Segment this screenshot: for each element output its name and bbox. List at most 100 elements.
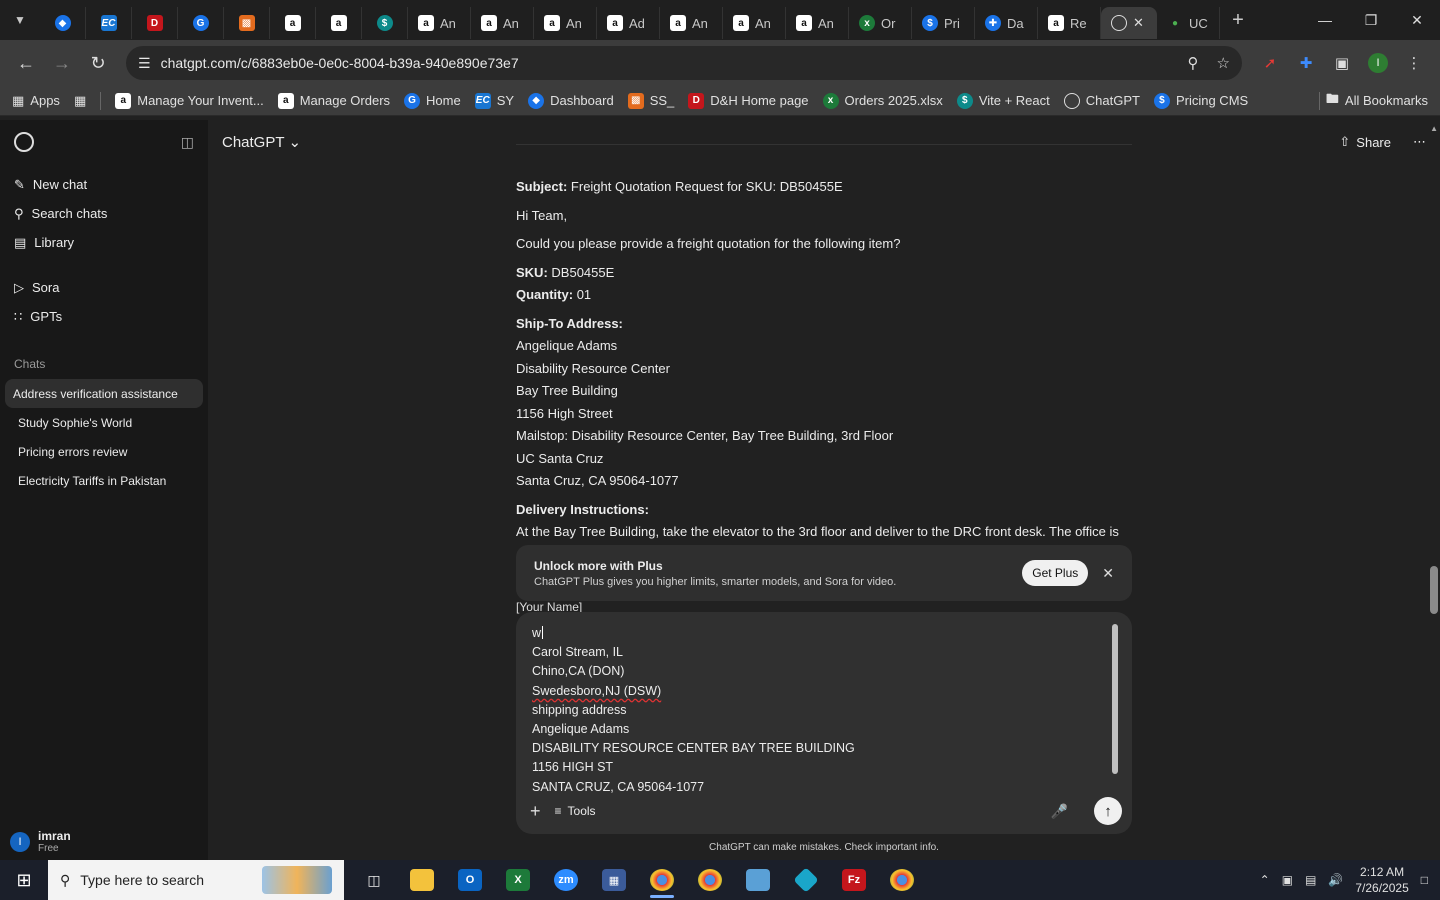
address-bar[interactable]: ☰ chatgpt.com/c/6883eb0e-0e0c-8004-b39a-…: [126, 46, 1242, 80]
sidebar-item-new-chat[interactable]: ✎ New chat: [0, 170, 208, 199]
app-icon[interactable]: [736, 860, 780, 900]
excel-icon[interactable]: X: [496, 860, 540, 900]
more-options-icon[interactable]: ⋯: [1413, 134, 1426, 150]
bookmark-item[interactable]: a Manage Orders: [277, 92, 390, 109]
microphone-icon[interactable]: 🎤: [1051, 803, 1068, 820]
close-icon[interactable]: ✕: [1102, 565, 1114, 582]
close-window-button[interactable]: ✕: [1394, 0, 1440, 40]
sidebar-item-sora[interactable]: ▷ Sora: [0, 273, 208, 302]
chat-history-item[interactable]: Electricity Tariffs in Pakistan: [5, 466, 203, 495]
composer-scrollbar[interactable]: [1112, 624, 1118, 774]
bookmark-item[interactable]: ▩ SS_: [627, 92, 674, 109]
attach-plus-icon[interactable]: +: [530, 801, 541, 822]
minimize-button[interactable]: —: [1302, 0, 1348, 40]
message-composer[interactable]: w Carol Stream, IL Chino,CA (DON) Swedes…: [516, 612, 1132, 834]
share-button[interactable]: ⇧ Share: [1339, 134, 1391, 150]
close-icon[interactable]: ✕: [1133, 15, 1144, 31]
file-explorer-icon[interactable]: [400, 860, 444, 900]
bookmark-item[interactable]: a Manage Your Invent...: [115, 92, 264, 109]
browser-tab[interactable]: ▩: [224, 7, 270, 39]
bookmark-item[interactable]: $ Vite + React: [956, 92, 1050, 109]
bookmark-item[interactable]: ChatGPT: [1063, 92, 1140, 109]
bookmark-item[interactable]: G Home: [404, 92, 461, 109]
chatgpt-logo-icon[interactable]: [14, 132, 34, 152]
browser-tab[interactable]: a An: [786, 7, 849, 39]
browser-tab[interactable]: a An: [534, 7, 597, 39]
prompt-textarea[interactable]: w Carol Stream, IL Chino,CA (DON) Swedes…: [532, 624, 1092, 794]
browser-tab[interactable]: a An: [471, 7, 534, 39]
network-icon[interactable]: ▤: [1305, 873, 1316, 887]
notifications-icon[interactable]: □: [1421, 873, 1428, 887]
bookmark-item[interactable]: D D&H Home page: [688, 92, 809, 109]
bookmark-item[interactable]: $ Pricing CMS: [1153, 92, 1248, 109]
bookmark-item[interactable]: x Orders 2025.xlsx: [822, 92, 943, 109]
browser-tab[interactable]: ✚ Da: [975, 7, 1038, 39]
tools-button[interactable]: ≡ Tools: [555, 804, 596, 818]
browser-tab[interactable]: a Re: [1038, 7, 1101, 39]
browser-tab[interactable]: a: [316, 7, 362, 39]
filezilla-icon[interactable]: Fz: [832, 860, 876, 900]
text-cursor: [542, 626, 544, 639]
page-scrollbar[interactable]: [1430, 566, 1438, 614]
browser-tab[interactable]: $: [362, 7, 408, 39]
site-info-icon[interactable]: ☰: [138, 55, 151, 72]
windows-start-button[interactable]: ⊞: [0, 860, 48, 900]
extensions-puzzle-icon[interactable]: ▣: [1324, 45, 1360, 81]
all-bookmarks-button[interactable]: 🖿 All Bookmarks: [1318, 90, 1428, 112]
browser-menu-icon[interactable]: ⋮: [1396, 45, 1432, 81]
bookmark-item[interactable]: EC SY: [474, 92, 514, 109]
sidebar-item-gpts[interactable]: ∷ GPTs: [0, 302, 208, 331]
restore-button[interactable]: ❐: [1348, 0, 1394, 40]
calculator-icon[interactable]: ▦: [592, 860, 636, 900]
zoom-icon[interactable]: zm: [544, 860, 588, 900]
browser-tab[interactable]: G: [178, 7, 224, 39]
bookmark-item[interactable]: ◆ Dashboard: [528, 92, 614, 109]
chat-history-item[interactable]: Address verification assistance: [5, 379, 203, 408]
reload-button[interactable]: ↻: [80, 45, 116, 81]
sidebar-item-library[interactable]: ▤ Library: [0, 228, 208, 257]
app-icon[interactable]: [784, 860, 828, 900]
browser-tab[interactable]: ● UC: [1157, 7, 1220, 39]
outlook-icon[interactable]: O: [448, 860, 492, 900]
zoom-icon[interactable]: ⚲: [1188, 54, 1199, 72]
browser-tab[interactable]: a An: [660, 7, 723, 39]
bookmark-apps[interactable]: ▦ Apps: [12, 93, 60, 109]
chrome-icon[interactable]: [640, 860, 684, 900]
browser-tab[interactable]: D: [132, 7, 178, 39]
send-button[interactable]: ↑: [1094, 797, 1122, 825]
meet-now-icon[interactable]: ▣: [1282, 873, 1293, 887]
get-plus-button[interactable]: Get Plus: [1022, 560, 1089, 586]
sidebar-item-search-chats[interactable]: ⚲ Search chats: [0, 199, 208, 228]
chat-history-item[interactable]: Study Sophie's World: [5, 408, 203, 437]
browser-tab[interactable]: EC: [86, 7, 132, 39]
tab-search-menu[interactable]: ▼: [0, 0, 40, 40]
user-account-button[interactable]: I imran Free: [10, 829, 71, 854]
extension-icon[interactable]: ➚: [1252, 45, 1288, 81]
model-selector[interactable]: ChatGPT ⌄: [222, 133, 301, 152]
browser-tab-active[interactable]: ✕: [1101, 7, 1157, 39]
extension-icon[interactable]: ✚: [1288, 45, 1324, 81]
browser-tab[interactable]: a An: [408, 7, 471, 39]
forward-button[interactable]: →: [44, 45, 80, 81]
chrome-icon[interactable]: [688, 860, 732, 900]
profile-button[interactable]: I: [1360, 45, 1396, 81]
browser-tab[interactable]: a: [270, 7, 316, 39]
sidebar-toggle-icon[interactable]: ◫: [181, 134, 194, 151]
browser-tab[interactable]: x Or: [849, 7, 912, 39]
browser-tab[interactable]: $ Pri: [912, 7, 975, 39]
tab-groups-icon[interactable]: ▦: [74, 93, 86, 109]
back-button[interactable]: ←: [8, 45, 44, 81]
browser-tab[interactable]: ◆: [40, 7, 86, 39]
task-view-icon[interactable]: ◫: [352, 860, 396, 900]
browser-tab[interactable]: a An: [723, 7, 786, 39]
chrome-icon[interactable]: [880, 860, 924, 900]
chevron-up-icon[interactable]: ⌃: [1260, 873, 1270, 887]
taskbar-search[interactable]: ⚲ Type here to search: [48, 860, 344, 900]
clock[interactable]: 2:12 AM 7/26/2025: [1355, 864, 1408, 896]
scroll-up-arrow-icon[interactable]: ▲: [1430, 124, 1438, 133]
browser-tab[interactable]: a Ad: [597, 7, 660, 39]
volume-icon[interactable]: 🔊: [1328, 873, 1343, 887]
chat-history-item[interactable]: Pricing errors review: [5, 437, 203, 466]
new-tab-button[interactable]: +: [1220, 9, 1256, 32]
bookmark-star-icon[interactable]: ☆: [1217, 54, 1230, 72]
